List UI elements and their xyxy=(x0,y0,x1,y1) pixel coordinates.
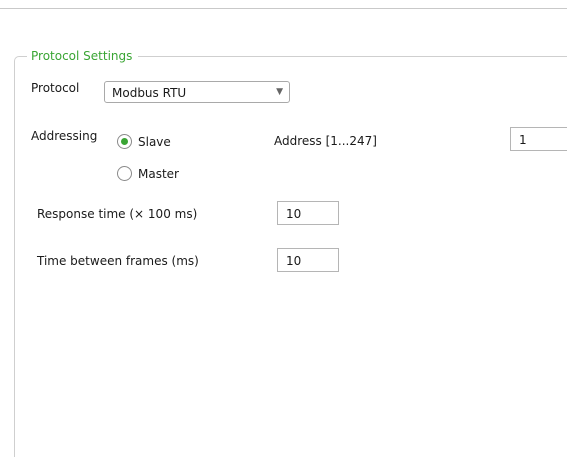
address-input-value: 1 xyxy=(519,133,527,147)
master-radio[interactable] xyxy=(117,166,132,181)
group-legend: Protocol Settings xyxy=(27,48,139,64)
address-label: Address [1...247] xyxy=(274,134,377,148)
response-time-input-value: 10 xyxy=(286,207,302,221)
addressing-label: Addressing xyxy=(31,129,98,143)
time-between-frames-input[interactable]: 10 xyxy=(277,248,339,272)
slave-radio-label[interactable]: Slave xyxy=(138,134,171,150)
protocol-select[interactable]: Modbus RTU ▼ xyxy=(104,81,290,103)
time-between-frames-label: Time between frames (ms) xyxy=(37,254,199,268)
slave-radio[interactable] xyxy=(117,134,132,149)
radio-selected-dot xyxy=(121,138,128,145)
address-input[interactable]: 1 xyxy=(510,127,567,151)
protocol-label: Protocol xyxy=(31,81,80,95)
response-time-label: Response time (× 100 ms) xyxy=(37,207,198,221)
top-divider xyxy=(0,8,567,9)
master-radio-label[interactable]: Master xyxy=(138,166,179,182)
response-time-input[interactable]: 10 xyxy=(277,201,339,225)
time-between-frames-input-value: 10 xyxy=(286,254,302,268)
protocol-select-value: Modbus RTU xyxy=(112,86,187,100)
chevron-down-icon[interactable]: ▼ xyxy=(276,84,283,100)
